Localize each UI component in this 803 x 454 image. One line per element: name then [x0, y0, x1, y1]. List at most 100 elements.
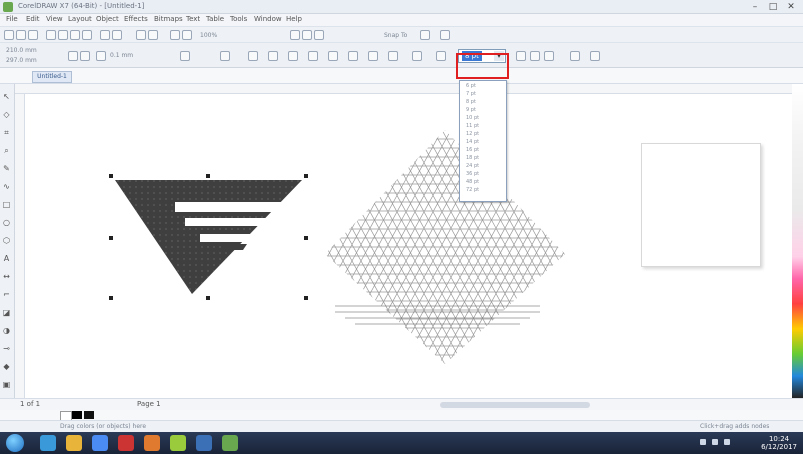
launch-icon[interactable]	[440, 30, 450, 40]
network-icon[interactable]	[700, 439, 706, 445]
selection-handle[interactable]	[109, 174, 113, 178]
page-height[interactable]: 297.0 mm	[6, 57, 37, 64]
freehand-tool-icon[interactable]: ✎	[2, 164, 11, 173]
open-icon[interactable]	[16, 30, 26, 40]
transparency-icon[interactable]: ◑	[2, 326, 11, 335]
selection-handle[interactable]	[304, 296, 308, 300]
minimize-button[interactable]: –	[748, 1, 762, 13]
color-palette[interactable]	[792, 84, 803, 398]
font-size-option[interactable]: 14 pt	[466, 139, 479, 145]
selection-handle[interactable]	[109, 296, 113, 300]
boundary-icon[interactable]	[388, 51, 398, 61]
import-icon[interactable]	[136, 30, 146, 40]
font-size-option[interactable]: 8 pt	[466, 99, 476, 105]
units-icon[interactable]	[96, 51, 106, 61]
shape-tool-icon[interactable]: ◇	[2, 110, 11, 119]
windows-start-icon[interactable]	[6, 434, 24, 452]
selection-handle[interactable]	[304, 236, 308, 240]
close-button[interactable]: ✕	[784, 1, 798, 13]
interactive-fill-icon[interactable]: ◆	[2, 362, 11, 371]
page-frame[interactable]	[641, 143, 761, 267]
page-tab[interactable]: Page 1	[137, 400, 161, 408]
text-icon[interactable]	[412, 51, 422, 61]
menu-file[interactable]: File	[6, 15, 18, 23]
selection-handle[interactable]	[109, 236, 113, 240]
grid-icon[interactable]	[314, 30, 324, 40]
selection-handle[interactable]	[206, 174, 210, 178]
zoom-level[interactable]: 100%	[200, 32, 217, 39]
duplicate-distance-icon[interactable]	[180, 51, 190, 61]
menu-edit[interactable]: Edit	[26, 15, 40, 23]
app-launcher-icon[interactable]	[182, 30, 192, 40]
bold-icon[interactable]	[516, 51, 526, 61]
menu-effects[interactable]: Effects	[124, 15, 148, 23]
word-icon[interactable]	[196, 435, 212, 451]
copy-icon[interactable]	[70, 30, 80, 40]
cut-icon[interactable]	[58, 30, 68, 40]
connector-tool-icon[interactable]: ⌐	[2, 290, 11, 299]
landscape-icon[interactable]	[80, 51, 90, 61]
triangle-logo[interactable]	[115, 180, 302, 294]
rectangle-tool-icon[interactable]: □	[2, 200, 11, 209]
zoom-tool-icon[interactable]: ⌕	[2, 146, 11, 155]
font-size-option[interactable]: 36 pt	[466, 171, 479, 177]
font-list-icon[interactable]	[436, 51, 446, 61]
maximize-button[interactable]: □	[766, 1, 780, 13]
font-size-option[interactable]: 16 pt	[466, 147, 479, 153]
text-tool-icon[interactable]: A	[2, 254, 11, 263]
paste-icon[interactable]	[82, 30, 92, 40]
font-size-dropdown[interactable]: 6 pt 7 pt 8 pt 9 pt 10 pt 11 pt 12 pt 14…	[459, 80, 507, 202]
font-size-option[interactable]: 6 pt	[466, 83, 476, 89]
scroll-thumb[interactable]	[440, 402, 590, 408]
nudge-distance[interactable]: 0.1 mm	[110, 52, 133, 59]
horizontal-ruler[interactable]	[0, 84, 803, 94]
new-icon[interactable]	[4, 30, 14, 40]
menu-table[interactable]: Table	[206, 15, 224, 23]
swatch-black[interactable]	[72, 411, 82, 419]
simplify-icon[interactable]	[328, 51, 338, 61]
clock[interactable]: 10:24 6/12/2017	[761, 435, 797, 451]
font-size-option[interactable]: 9 pt	[466, 107, 476, 113]
page-width[interactable]: 210.0 mm	[6, 47, 37, 54]
volume-icon[interactable]	[712, 439, 718, 445]
export-icon[interactable]	[148, 30, 158, 40]
swatch-black[interactable]	[84, 411, 94, 419]
selection-handle[interactable]	[304, 174, 308, 178]
page-navigator[interactable]: 1 of 1	[20, 400, 40, 408]
ellipse-tool-icon[interactable]: ○	[2, 218, 11, 227]
front-minus-back-icon[interactable]	[348, 51, 358, 61]
underline-icon[interactable]	[544, 51, 554, 61]
publish-icon[interactable]	[170, 30, 180, 40]
options-icon[interactable]	[420, 30, 430, 40]
portrait-icon[interactable]	[68, 51, 78, 61]
app-icon[interactable]	[170, 435, 186, 451]
pick-tool-icon[interactable]: ↖	[2, 92, 11, 101]
print-icon[interactable]	[46, 30, 56, 40]
vertical-ruler[interactable]	[14, 94, 25, 398]
artistic-media-icon[interactable]: ∿	[2, 182, 11, 191]
font-size-option[interactable]: 48 pt	[466, 179, 479, 185]
menu-tools[interactable]: Tools	[230, 15, 247, 23]
pen-icon[interactable]	[220, 51, 230, 61]
intersect-icon[interactable]	[308, 51, 318, 61]
coreldraw-icon[interactable]	[222, 435, 238, 451]
undo-icon[interactable]	[100, 30, 110, 40]
menu-bitmaps[interactable]: Bitmaps	[154, 15, 183, 23]
tab-untitled[interactable]: Untitled-1	[32, 71, 72, 83]
back-minus-front-icon[interactable]	[368, 51, 378, 61]
font-size-option[interactable]: 11 pt	[466, 123, 479, 129]
eyedropper-icon[interactable]: ⊸	[2, 344, 11, 353]
chrome-icon[interactable]	[92, 435, 108, 451]
horizontal-scrollbar[interactable]: 1 of 1 Page 1	[0, 398, 803, 410]
snap-to-dropdown[interactable]: Snap To	[384, 32, 407, 39]
redo-icon[interactable]	[112, 30, 122, 40]
flag-icon[interactable]	[724, 439, 730, 445]
polygon-tool-icon[interactable]: ⬡	[2, 236, 11, 245]
media-icon[interactable]	[118, 435, 134, 451]
full-screen-icon[interactable]	[290, 30, 300, 40]
font-size-option[interactable]: 72 pt	[466, 187, 479, 193]
italic-icon[interactable]	[530, 51, 540, 61]
menu-text[interactable]: Text	[186, 15, 200, 23]
menu-layout[interactable]: Layout	[68, 15, 92, 23]
drop-shadow-icon[interactable]: ◪	[2, 308, 11, 317]
